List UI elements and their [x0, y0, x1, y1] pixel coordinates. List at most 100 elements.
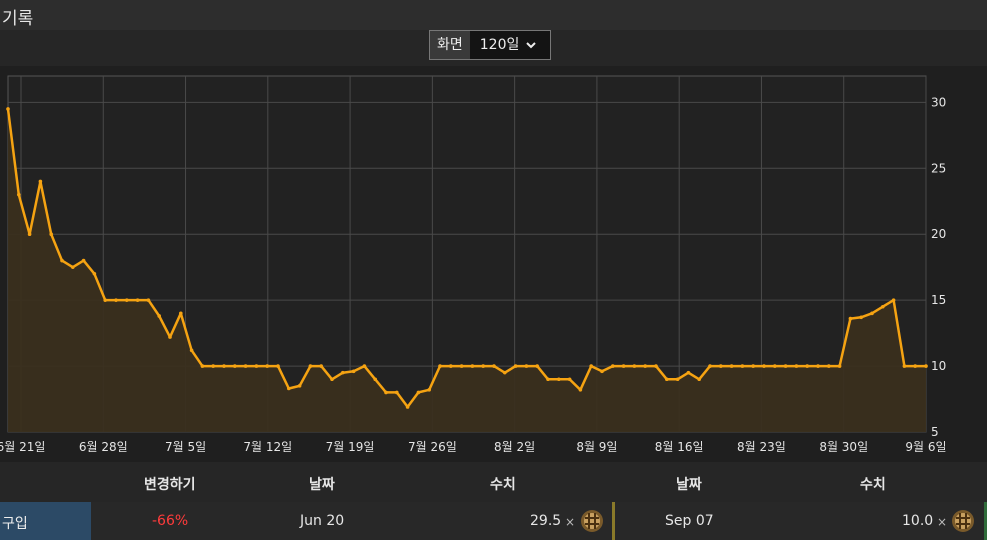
data-point [125, 298, 129, 302]
data-point [416, 390, 421, 395]
x-tick-label: 8월 16일 [655, 440, 704, 454]
data-point [308, 364, 313, 368]
data-point [740, 364, 745, 368]
header-value-start: 수치 [490, 477, 516, 493]
change-percent: -66% [152, 513, 189, 529]
data-point [265, 364, 270, 368]
data-point [254, 364, 259, 368]
data-point [373, 377, 378, 382]
data-point [17, 192, 21, 197]
page-title: 기록 [2, 9, 34, 29]
header-date-end: 날짜 [676, 477, 702, 493]
data-point [600, 369, 604, 374]
data-point [827, 364, 831, 368]
data-point [719, 364, 723, 368]
x-tick-label: 7월 5일 [165, 440, 206, 454]
data-point [870, 311, 874, 316]
data-point [189, 348, 194, 353]
data-point [222, 364, 226, 368]
data-point [546, 377, 550, 382]
data-point [805, 364, 809, 368]
data-point [503, 370, 507, 375]
x-tick-label: 7월 12일 [243, 440, 292, 454]
data-point [783, 364, 788, 368]
x-tick-label: 6월 21일 [0, 440, 45, 454]
data-point [60, 258, 64, 263]
data-point [103, 298, 107, 302]
data-point [902, 364, 907, 368]
times-sign-start: × [565, 515, 576, 529]
y-tick-label: 30 [931, 95, 946, 109]
data-point [351, 369, 356, 374]
data-point [384, 390, 388, 395]
y-tick-label: 15 [931, 293, 946, 307]
x-tick-label: 8월 9일 [576, 440, 617, 454]
data-point [449, 364, 453, 368]
data-point [287, 386, 291, 391]
data-point [481, 364, 486, 368]
data-point [881, 304, 885, 309]
data-point [233, 364, 237, 368]
header-change: 변경하기 [144, 477, 196, 493]
data-point [621, 364, 626, 368]
data-point [589, 364, 593, 368]
data-point [200, 364, 205, 368]
data-point [395, 390, 399, 395]
data-point [168, 335, 172, 339]
x-tick-label: 9월 6일 [905, 440, 946, 454]
data-point [38, 179, 43, 184]
chaos-orb-icon [581, 510, 603, 532]
data-point [859, 315, 863, 320]
data-point [751, 364, 755, 368]
x-tick-label: 6월 28일 [79, 440, 128, 454]
x-tick-label: 8월 23일 [737, 440, 786, 454]
y-tick-label: 5 [931, 425, 939, 439]
y-tick-label: 10 [931, 359, 946, 373]
view-range-control[interactable]: 화면 120일 [429, 30, 551, 60]
data-point [697, 377, 701, 382]
data-point [405, 405, 410, 409]
data-point [837, 364, 842, 368]
data-point [71, 265, 75, 269]
times-sign-end: × [937, 515, 948, 529]
data-point [848, 316, 853, 321]
data-point [675, 377, 680, 382]
data-point [654, 364, 658, 368]
data-point [762, 364, 766, 368]
y-tick-label: 20 [931, 227, 946, 241]
data-point [686, 370, 691, 375]
title-bar: 기록 [0, 0, 987, 30]
view-range-select[interactable]: 120일 [469, 31, 550, 59]
data-point [557, 377, 561, 382]
data-point [157, 314, 161, 318]
data-point [470, 364, 475, 368]
data-point [632, 364, 637, 368]
data-point [567, 377, 572, 382]
end-value: 10.0 [902, 513, 934, 529]
view-range-label: 화면 [430, 31, 470, 59]
data-point [427, 388, 432, 392]
row-type-cell: 구입 [0, 502, 91, 540]
price-history-chart: 5 10 15 20 25 30 6월 21일 6월 28일 7월 5일 7월 12일 7월 19일… [0, 75, 947, 454]
row-type: 구입 [2, 516, 28, 532]
x-tick-label: 7월 26일 [408, 440, 457, 454]
column-separator-gold [612, 502, 615, 540]
data-point [276, 364, 280, 368]
data-point [816, 364, 820, 368]
data-point [243, 364, 248, 368]
chart-toolbar: 화면 120일 [0, 30, 987, 66]
data-point [297, 384, 302, 388]
x-tick-label: 7월 19일 [326, 440, 375, 454]
data-point [708, 364, 712, 368]
data-point [492, 364, 496, 368]
data-point [6, 107, 10, 111]
data-point [729, 364, 734, 368]
x-tick-label: 8월 30일 [819, 440, 868, 454]
data-point [27, 232, 32, 237]
data-point [146, 298, 151, 302]
data-point [773, 364, 777, 368]
data-point [665, 377, 669, 382]
data-point [913, 364, 917, 368]
data-point [924, 364, 928, 368]
data-point [211, 364, 215, 368]
